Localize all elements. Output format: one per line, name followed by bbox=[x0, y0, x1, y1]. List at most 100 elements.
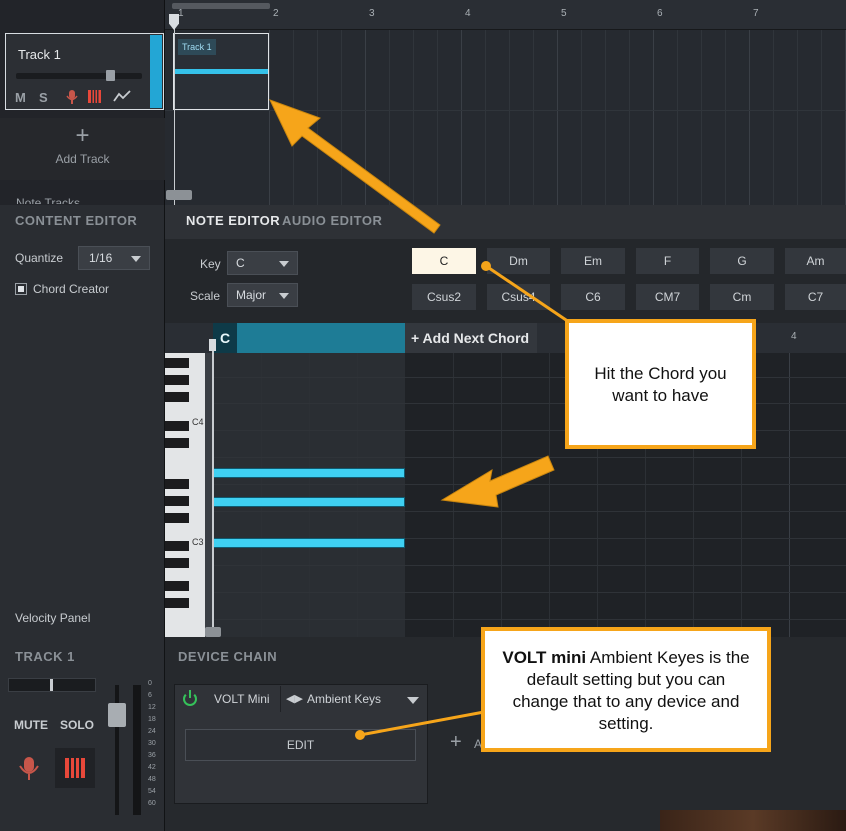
chord-button-c7[interactable]: C7 bbox=[785, 284, 846, 310]
track-name[interactable]: Track 1 bbox=[18, 47, 61, 62]
add-track-button[interactable]: + Add Track bbox=[0, 118, 165, 180]
ruler-bar-3: 3 bbox=[369, 8, 375, 19]
grid-row bbox=[213, 511, 846, 512]
grid-line bbox=[653, 30, 654, 205]
solo-button[interactable]: SOLO bbox=[60, 718, 94, 732]
instrument-keys-icon[interactable] bbox=[88, 90, 101, 103]
arrangement-view[interactable]: 1 2 3 4 5 6 7 Track 1 bbox=[165, 0, 846, 205]
volume-fader-thumb[interactable] bbox=[108, 703, 126, 727]
grid-line bbox=[437, 30, 438, 205]
automation-icon[interactable] bbox=[113, 90, 131, 102]
grid-line bbox=[293, 30, 294, 205]
piano-black-key[interactable] bbox=[165, 581, 189, 591]
grid-row bbox=[213, 565, 846, 566]
device-edit-button[interactable]: EDIT bbox=[185, 729, 416, 761]
playhead[interactable] bbox=[174, 14, 175, 205]
piano-black-key[interactable] bbox=[165, 513, 189, 523]
midi-note[interactable] bbox=[213, 468, 405, 478]
ruler-bar-7: 7 bbox=[753, 8, 759, 19]
midi-clip[interactable]: Track 1 bbox=[173, 33, 269, 110]
chord-button-dm[interactable]: Dm bbox=[487, 248, 550, 274]
track-list-overflow-label: Note Tracks bbox=[16, 196, 81, 204]
device-divider bbox=[280, 686, 281, 712]
piano-black-key[interactable] bbox=[165, 496, 189, 506]
instrument-keys-button[interactable] bbox=[55, 748, 95, 788]
piano-black-key[interactable] bbox=[165, 479, 189, 489]
track-row-divider bbox=[165, 110, 846, 111]
scale-value: Major bbox=[236, 288, 267, 302]
callout-chord-text: Hit the Chord you want to have bbox=[594, 364, 727, 405]
chevron-down-icon[interactable] bbox=[407, 697, 419, 704]
grid-row bbox=[213, 592, 846, 593]
grid-line bbox=[365, 30, 366, 205]
track-volume-slider[interactable] bbox=[16, 73, 142, 79]
record-mic-icon[interactable] bbox=[66, 90, 78, 104]
chord-creator-label[interactable]: Chord Creator bbox=[33, 282, 109, 296]
grid-row bbox=[213, 457, 846, 458]
clip-note-bar bbox=[174, 69, 268, 74]
add-next-chord-button[interactable]: + Add Next Chord bbox=[405, 323, 537, 353]
track-mute-button[interactable]: M bbox=[15, 90, 26, 105]
tab-audio-editor[interactable]: AUDIO EDITOR bbox=[282, 213, 382, 228]
loop-region[interactable] bbox=[172, 3, 270, 9]
preset-arrows-icon[interactable]: ◀▶ bbox=[286, 692, 303, 705]
quantize-value: 1/16 bbox=[89, 251, 113, 265]
chord-track-block[interactable]: C bbox=[213, 323, 405, 353]
chord-creator-checkbox[interactable] bbox=[15, 283, 27, 295]
chord-button-csus2[interactable]: Csus2 bbox=[412, 284, 476, 310]
device-name[interactable]: VOLT Mini bbox=[214, 692, 270, 706]
key-label: Key bbox=[200, 257, 221, 271]
chord-button-cm7[interactable]: CM7 bbox=[636, 284, 699, 310]
record-mic-icon[interactable] bbox=[14, 752, 44, 786]
piano-roll-playhead[interactable] bbox=[212, 339, 214, 637]
chord-button-c6[interactable]: C6 bbox=[561, 284, 625, 310]
midi-note[interactable] bbox=[213, 497, 405, 507]
key-select[interactable]: C bbox=[227, 251, 298, 275]
chord-button-c[interactable]: C bbox=[412, 248, 476, 274]
quantize-select[interactable]: 1/16 bbox=[78, 246, 150, 270]
track-solo-button[interactable]: S bbox=[39, 90, 48, 105]
playhead-marker-icon[interactable] bbox=[209, 339, 216, 351]
chord-button-cm[interactable]: Cm bbox=[710, 284, 774, 310]
piano-black-key[interactable] bbox=[165, 375, 189, 385]
track-header-track-1[interactable]: Track 1 M S bbox=[5, 33, 164, 110]
chord-button-am[interactable]: Am bbox=[785, 248, 846, 274]
piano-black-key[interactable] bbox=[165, 558, 189, 568]
arrangement-scroll-thumb[interactable] bbox=[166, 190, 192, 200]
grid-line bbox=[549, 353, 550, 637]
db-tick: 60 bbox=[148, 800, 156, 807]
grid-line bbox=[581, 30, 582, 205]
piano-roll-scroll-thumb[interactable] bbox=[205, 627, 221, 637]
chord-button-g[interactable]: G bbox=[710, 248, 774, 274]
pan-slider-thumb[interactable] bbox=[50, 679, 53, 691]
level-meter bbox=[133, 685, 141, 815]
piano-black-key[interactable] bbox=[165, 421, 189, 431]
track-volume-thumb[interactable] bbox=[106, 70, 115, 81]
callout-volt-bold: VOLT mini bbox=[502, 648, 587, 667]
callout-chord: Hit the Chord you want to have bbox=[565, 319, 756, 449]
mute-button[interactable]: MUTE bbox=[14, 718, 48, 732]
add-track-label: Add Track bbox=[55, 152, 110, 166]
db-tick: 0 bbox=[148, 680, 152, 687]
piano-black-key[interactable] bbox=[165, 358, 189, 368]
chord-button-csus4[interactable]: Csus4 bbox=[487, 284, 550, 310]
chord-block-label: C bbox=[213, 323, 237, 353]
piano-black-key[interactable] bbox=[165, 392, 189, 402]
db-tick: 12 bbox=[148, 704, 156, 711]
piano-black-key[interactable] bbox=[165, 541, 189, 551]
midi-note[interactable] bbox=[213, 538, 405, 548]
mixer-track-title: TRACK 1 bbox=[15, 649, 75, 664]
preset-select[interactable]: Ambient Keys bbox=[307, 692, 381, 706]
power-icon-stem bbox=[189, 690, 191, 698]
add-device-plus-icon[interactable]: + bbox=[450, 731, 462, 754]
piano-black-key[interactable] bbox=[165, 598, 189, 608]
chord-button-em[interactable]: Em bbox=[561, 248, 625, 274]
grid-line bbox=[789, 353, 790, 637]
clip-label: Track 1 bbox=[178, 39, 216, 55]
tab-note-editor[interactable]: NOTE EDITOR bbox=[186, 213, 280, 228]
velocity-panel-toggle[interactable]: Velocity Panel bbox=[15, 611, 90, 625]
piano-black-key[interactable] bbox=[165, 438, 189, 448]
scale-select[interactable]: Major bbox=[227, 283, 298, 307]
content-editor-title: CONTENT EDITOR bbox=[15, 213, 138, 228]
chord-button-f[interactable]: F bbox=[636, 248, 699, 274]
